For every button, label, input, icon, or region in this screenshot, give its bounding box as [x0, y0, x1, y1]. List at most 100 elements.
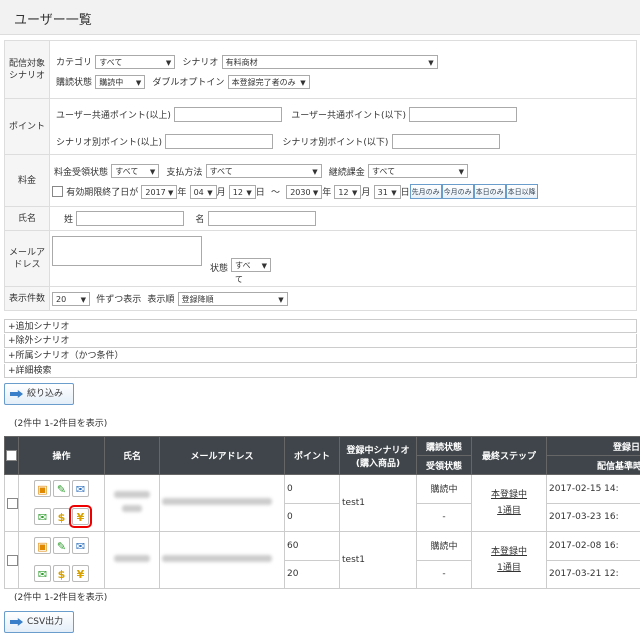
- add-scenario-toggle[interactable]: +追加シナリオ: [4, 319, 637, 333]
- base-date-cell: 2017-03-23 16:: [546, 502, 640, 532]
- user-detail-icon[interactable]: ▣: [34, 537, 51, 554]
- reg-date-header: 登録日: [546, 436, 640, 456]
- step-count-link[interactable]: 1通目: [497, 506, 521, 516]
- email-label: メールアドレス: [4, 230, 50, 287]
- name-header: 氏名: [104, 436, 160, 475]
- page-header: ユーザー一覧: [0, 0, 640, 35]
- chevron-down-icon: ▼: [312, 168, 318, 176]
- name-label: 氏名: [4, 206, 50, 231]
- payment-select[interactable]: すべて ▼: [205, 164, 322, 178]
- recurring-select[interactable]: すべて ▼: [367, 164, 468, 178]
- fee-state-label: 料金受領状態: [54, 167, 109, 178]
- step-count-link[interactable]: 1通目: [497, 563, 521, 573]
- subscribe-state-select[interactable]: 購読中 ▼: [95, 74, 146, 89]
- to-year-select[interactable]: 2030 ▼: [286, 184, 323, 199]
- chevron-down-icon: ▼: [261, 261, 267, 270]
- table-row: ▣ ✎ ✉ ✉ $ ¥ 60 test1 購読中 本登録中 1通目 2017-02-08 …: [4, 531, 640, 589]
- search-form: 配信対象シナリオ カテゴリ すべて ▼ シナリオ 有料商材 ▼ 購読状態 購読中 ▼ …: [4, 40, 637, 311]
- yen-icon[interactable]: ¥: [72, 565, 89, 582]
- expiry-checkbox[interactable]: [52, 186, 63, 197]
- scenario-cell: test1: [339, 474, 417, 532]
- step-link[interactable]: 本登録中: [491, 547, 527, 557]
- email-textarea[interactable]: [52, 235, 202, 266]
- step-link[interactable]: 本登録中: [491, 490, 527, 500]
- today-button[interactable]: 本日のみ: [473, 184, 506, 199]
- from-year-select[interactable]: 2017 ▼: [141, 184, 178, 199]
- exclude-scenario-toggle[interactable]: +除外シナリオ: [4, 334, 637, 348]
- scenario-header: 登録中シナリオ (購入商品): [339, 436, 417, 475]
- to-day-select[interactable]: 31 ▼: [373, 184, 401, 199]
- category-select[interactable]: すべて ▼: [95, 54, 176, 69]
- mail-send-icon[interactable]: ✉: [34, 508, 51, 525]
- dollar-icon[interactable]: $: [53, 508, 70, 525]
- result-count-bottom: (2件中 1-2件目を表示): [14, 593, 108, 603]
- advanced-search-toggle[interactable]: +詳細検索: [4, 364, 637, 378]
- chevron-down-icon: ▼: [246, 188, 252, 197]
- chevron-down-icon: ▼: [428, 58, 434, 67]
- display-count-select[interactable]: 20 ▼: [52, 291, 90, 306]
- row-checkbox[interactable]: [7, 554, 18, 566]
- blurred-name: [114, 491, 150, 498]
- from-month-select[interactable]: 04 ▼: [189, 184, 217, 199]
- recurring-label: 継続課金: [328, 167, 365, 178]
- edit-icon[interactable]: ✎: [53, 480, 70, 497]
- mail-icon[interactable]: ✉: [72, 480, 89, 497]
- point-common: 0: [284, 474, 340, 504]
- points-header: ポイント: [284, 436, 340, 475]
- after-today-button[interactable]: 本日以降: [505, 184, 538, 199]
- last-name-input[interactable]: [76, 211, 185, 226]
- email-state-label: 状態: [210, 263, 229, 274]
- common-points-max-label: ユーザー共通ポイント(以下): [291, 110, 407, 121]
- yen-icon[interactable]: ¥: [69, 505, 92, 528]
- row-checkbox[interactable]: [7, 497, 18, 509]
- points-label: ポイント: [4, 98, 50, 155]
- filter-button[interactable]: 絞り込み: [4, 383, 74, 405]
- scenario-points-max-input[interactable]: [391, 133, 500, 149]
- from-day-select[interactable]: 12 ▼: [228, 184, 256, 199]
- receive-cell: -: [416, 559, 472, 589]
- common-points-min-input[interactable]: [174, 106, 283, 122]
- result-count: (2件中 1-2件目を表示): [14, 419, 108, 429]
- scenario-select[interactable]: 有料商材 ▼: [221, 54, 438, 69]
- last-month-button[interactable]: 先月のみ: [409, 184, 442, 199]
- sort-select[interactable]: 登録降順 ▼: [177, 291, 288, 306]
- category-label: カテゴリ: [56, 58, 93, 68]
- chevron-down-icon: ▼: [80, 295, 86, 304]
- fee-label: 料金: [4, 154, 50, 207]
- dollar-icon[interactable]: $: [53, 565, 70, 582]
- unit-day: 日: [255, 188, 265, 198]
- blurred-name: [114, 555, 150, 562]
- csv-export-button[interactable]: CSV出力: [4, 611, 74, 633]
- scenario-points-min-input[interactable]: [165, 133, 274, 149]
- blurred-email: [162, 498, 272, 505]
- user-detail-icon[interactable]: ▣: [34, 480, 51, 497]
- expiry-label: 有効期限終了日が: [66, 188, 139, 198]
- chevron-down-icon: ▼: [135, 78, 142, 87]
- payment-label: 支払方法: [166, 167, 203, 178]
- edit-icon[interactable]: ✎: [53, 537, 70, 554]
- member-scenario-toggle[interactable]: +所属シナリオ（かつ条件）: [4, 349, 637, 363]
- this-month-button[interactable]: 今月のみ: [441, 184, 474, 199]
- mail-send-icon[interactable]: ✉: [34, 565, 51, 582]
- chevron-down-icon: ▼: [149, 168, 156, 176]
- unit-year: 年: [322, 188, 332, 198]
- email-state-select[interactable]: すべて ▼: [231, 257, 271, 284]
- to-month-select[interactable]: 12 ▼: [334, 184, 362, 199]
- common-points-max-input[interactable]: [409, 106, 518, 122]
- chevron-down-icon: ▼: [300, 78, 306, 87]
- first-name-label: 名: [195, 215, 205, 225]
- per-page-label: 件ずつ表示: [96, 295, 142, 305]
- scenario-label: シナリオ: [182, 58, 219, 68]
- arrow-right-icon: [10, 618, 23, 626]
- mail-icon[interactable]: ✉: [72, 537, 89, 554]
- fee-state-select[interactable]: すべて ▼: [111, 164, 160, 178]
- last-name-label: 姓: [64, 215, 74, 225]
- point-common: 60: [284, 531, 340, 561]
- double-optin-select[interactable]: 本登録完了者のみ ▼: [227, 74, 310, 89]
- delivery-scenario-label: 配信対象シナリオ: [4, 40, 50, 99]
- chevron-down-icon: ▼: [352, 188, 358, 197]
- table-row: ▣ ✎ ✉ ✉ $ ¥ 0 test1 購読中 本登録中 1通目 2017-02-15 1…: [4, 474, 640, 532]
- first-name-input[interactable]: [207, 211, 316, 226]
- select-all-checkbox[interactable]: [6, 450, 17, 461]
- chevron-down-icon: ▼: [165, 58, 172, 67]
